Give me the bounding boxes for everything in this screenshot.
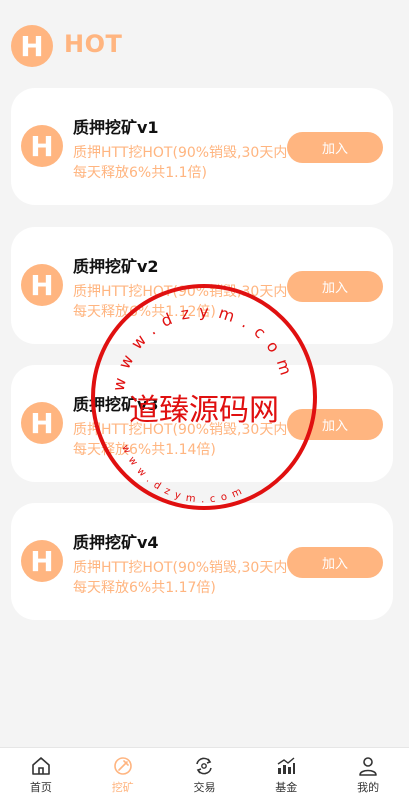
svg-text:H: H <box>30 269 53 302</box>
stamp-ring-top-text: www.dzym.com <box>109 302 299 393</box>
htt-token-icon: H <box>21 402 63 444</box>
card-title: 质押挖矿v2 <box>73 257 159 276</box>
card-title: 质押挖矿v1 <box>73 118 159 137</box>
home-icon <box>32 757 50 775</box>
tab-label: 我的 <box>357 781 380 794</box>
watermark-stamp: www.dzym.com www.dzym.com 道臻源码网 <box>91 284 317 510</box>
mining-icon <box>113 757 132 775</box>
htt-token-icon: H <box>21 125 63 167</box>
svg-text:H: H <box>30 407 53 440</box>
tab-label: 首页 <box>29 781 52 794</box>
tab-home[interactable]: 首页 <box>0 748 82 797</box>
htt-token-icon: H <box>21 540 63 582</box>
stamp-ring-bottom-text: www.dzym.com <box>119 443 249 505</box>
tab-exchange[interactable]: 交易 <box>164 748 246 797</box>
svg-text:H: H <box>20 30 43 63</box>
app-header: H HOT <box>0 0 409 90</box>
fund-chart-icon <box>277 757 296 774</box>
card-description: 质押HTT挖HOT(90%销毁,30天内每天释放6%共1.17倍) <box>73 560 288 596</box>
tab-label: 基金 <box>275 781 298 794</box>
profile-icon <box>359 757 377 776</box>
bottom-tab-bar: 首页 挖矿 交易 基金 我的 <box>0 747 409 797</box>
htt-token-icon: H <box>21 264 63 306</box>
svg-text:H: H <box>30 130 53 163</box>
join-button[interactable]: 加入 <box>287 547 383 578</box>
tab-mining[interactable]: 挖矿 <box>82 748 164 797</box>
join-button[interactable]: 加入 <box>287 132 383 163</box>
app-title: HOT <box>64 30 123 58</box>
staking-card-v1: H 质押挖矿v1 质押HTT挖HOT(90%销毁,30天内每天释放6%共1.1倍… <box>11 88 393 205</box>
stamp-main-text: 道臻源码网 <box>129 393 279 428</box>
exchange-icon <box>196 757 213 775</box>
tab-label: 交易 <box>193 781 216 794</box>
card-description: 质押HTT挖HOT(90%销毁,30天内每天释放6%共1.1倍) <box>73 145 288 181</box>
tab-label: 挖矿 <box>111 781 134 794</box>
staking-card-v4: H 质押挖矿v4 质押HTT挖HOT(90%销毁,30天内每天释放6%共1.17… <box>11 503 393 620</box>
hot-logo-icon: H <box>11 25 53 67</box>
card-title: 质押挖矿v4 <box>73 533 159 552</box>
tab-profile[interactable]: 我的 <box>327 748 409 797</box>
tab-fund[interactable]: 基金 <box>245 748 327 797</box>
svg-text:H: H <box>30 545 53 578</box>
